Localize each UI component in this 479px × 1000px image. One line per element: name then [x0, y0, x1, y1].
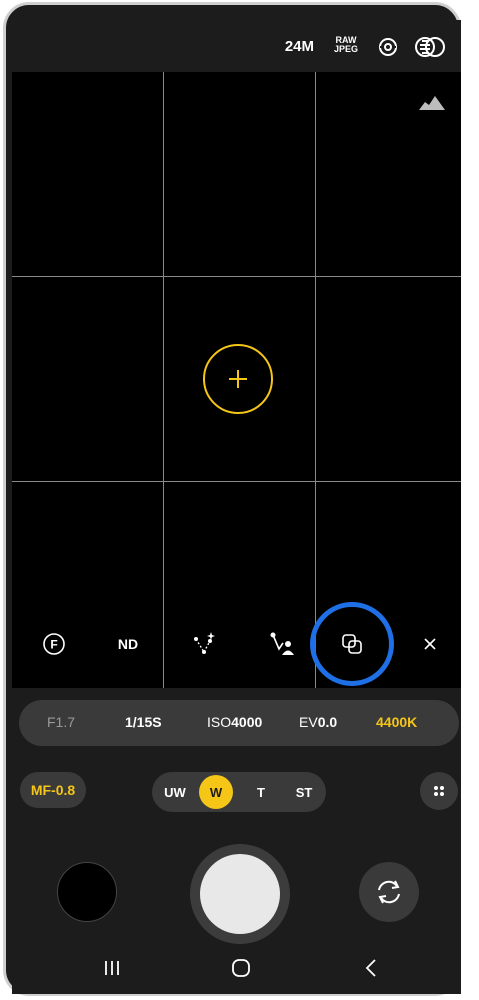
- ev-label: EV: [299, 714, 318, 730]
- aperture-value[interactable]: F1.7: [47, 714, 75, 730]
- astro-icon[interactable]: [174, 620, 234, 668]
- curve-person-icon[interactable]: [252, 620, 312, 668]
- mountain-icon[interactable]: [419, 94, 445, 115]
- iso-control[interactable]: ISO4000: [207, 714, 262, 730]
- focus-ring-icon[interactable]: [377, 36, 399, 63]
- gallery-thumbnail[interactable]: [57, 862, 117, 922]
- grid-line: [315, 72, 316, 688]
- lens-uw[interactable]: UW: [156, 772, 194, 812]
- lens-w[interactable]: W: [199, 775, 233, 809]
- camera-top-bar: 24M RAW JPEG: [12, 20, 461, 72]
- multi-exposure-icon[interactable]: [322, 620, 382, 668]
- dots-grid-icon: [434, 786, 444, 796]
- switch-camera-button[interactable]: [359, 862, 419, 922]
- back-icon[interactable]: [362, 958, 382, 983]
- camera-controls: F1.7 1/15S ISO4000 EV0.0 4400K MF-0.8 UW…: [12, 688, 461, 994]
- lens-selector: UW W T ST: [152, 772, 326, 812]
- overlap-circles-icon[interactable]: [415, 36, 445, 63]
- format-label-bottom: JPEG: [333, 44, 358, 54]
- lens-t[interactable]: T: [242, 772, 280, 812]
- f-icon[interactable]: F: [24, 620, 84, 668]
- iso-value: 4000: [231, 714, 263, 730]
- grid-line: [12, 481, 461, 482]
- close-icon[interactable]: [400, 620, 460, 668]
- navigation-bar: [12, 950, 461, 994]
- format-button[interactable]: RAW JPEG: [334, 36, 358, 54]
- ev-value: 0.0: [317, 714, 338, 730]
- focus-target[interactable]: [203, 344, 273, 414]
- phone: 24M RAW JPEG F ND F1.7 1/15S ISO4000 EV0…: [0, 0, 479, 1000]
- white-balance-value[interactable]: 4400K: [376, 714, 417, 730]
- shutter-value[interactable]: 1/15S: [125, 714, 162, 730]
- more-options-button[interactable]: [420, 772, 458, 810]
- exposure-params-bar: F1.7 1/15S ISO4000 EV0.0 4400K: [19, 700, 459, 746]
- iso-label: ISO: [207, 714, 232, 730]
- lens-st[interactable]: ST: [285, 772, 323, 812]
- grid-line: [163, 72, 164, 688]
- shutter-button[interactable]: [190, 844, 290, 944]
- home-icon[interactable]: [230, 958, 252, 983]
- grid-line: [12, 276, 461, 277]
- nd-filter-label: ND: [117, 636, 139, 652]
- recent-apps-icon[interactable]: [102, 958, 122, 983]
- ev-control[interactable]: EV0.0: [299, 714, 337, 730]
- manual-focus-button[interactable]: MF-0.8: [20, 772, 86, 808]
- nd-filter-button[interactable]: ND: [98, 620, 158, 668]
- viewfinder[interactable]: F ND: [12, 72, 461, 688]
- resolution-button[interactable]: 24M: [285, 38, 314, 55]
- rotate-camera-icon: [378, 880, 400, 904]
- shutter-inner: [200, 854, 280, 934]
- svg-text:F: F: [50, 638, 57, 652]
